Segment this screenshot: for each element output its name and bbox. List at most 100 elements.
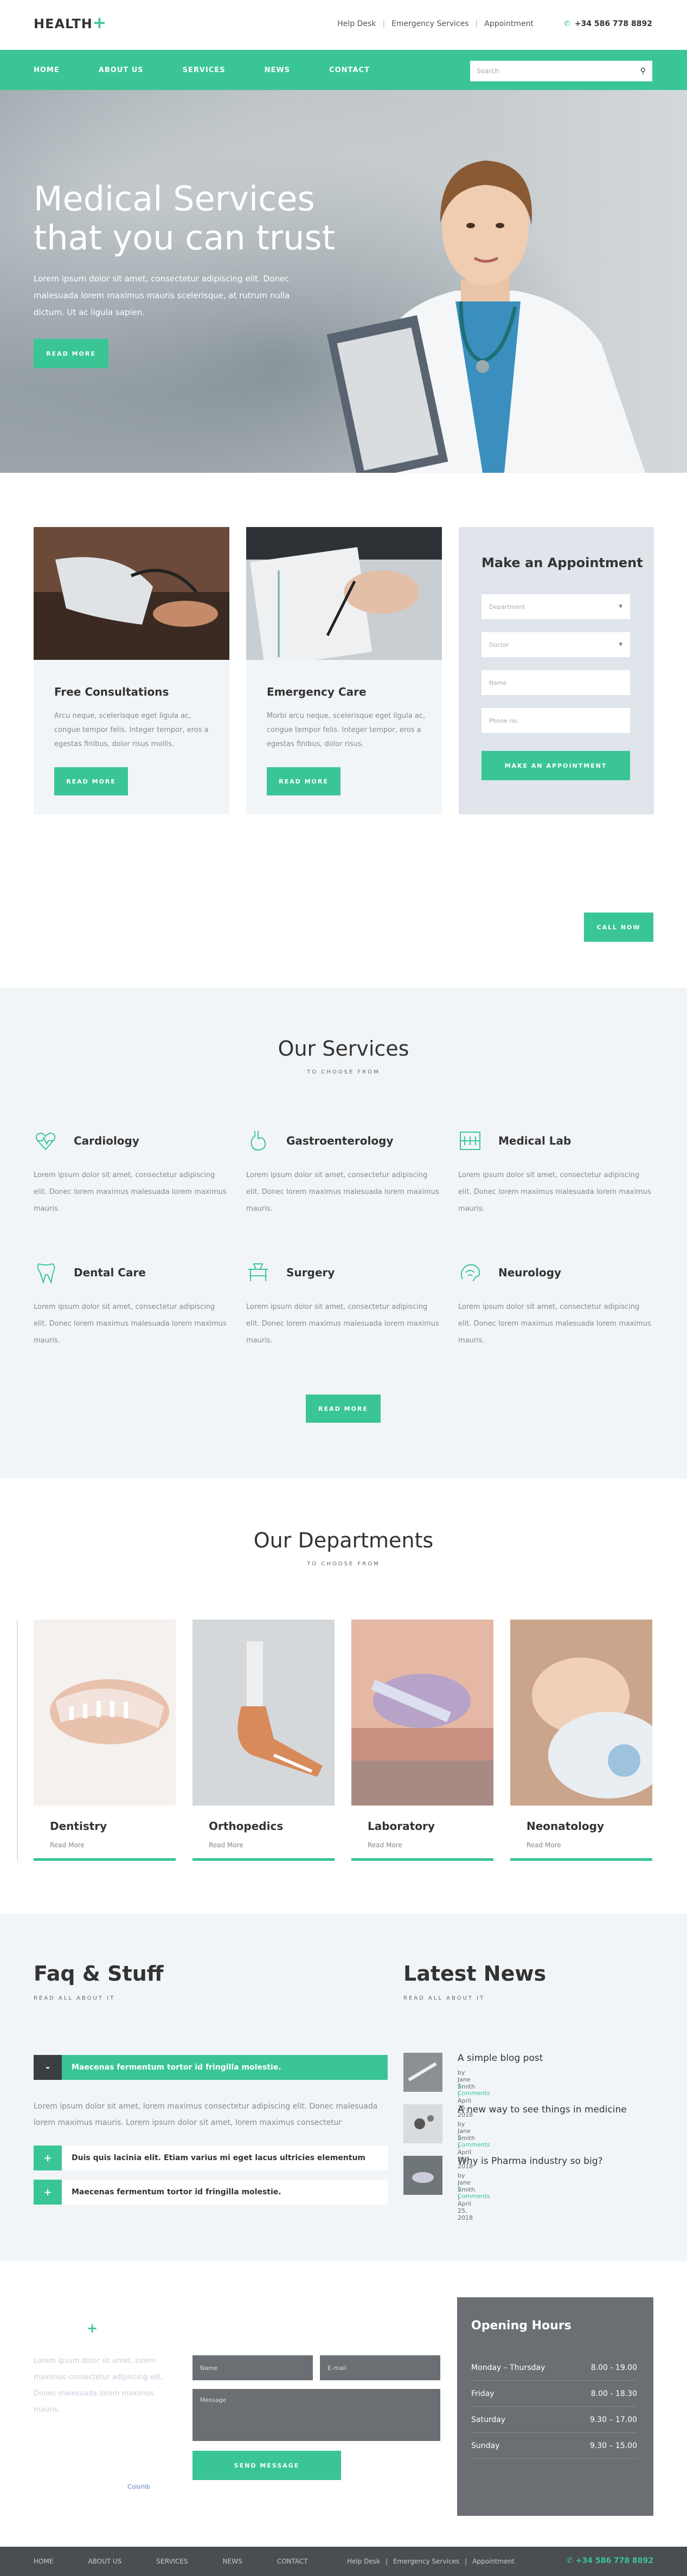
department-image xyxy=(510,1620,652,1806)
call-now-button[interactable]: CALL NOW xyxy=(584,913,653,942)
card-title: Emergency Care xyxy=(267,685,367,698)
footer: HOME ABOUT US SERVICES NEWS CONTACT Help… xyxy=(0,2547,687,2576)
service-text: Lorem ipsum dolor sit amet, consectetur … xyxy=(458,1171,651,1213)
hours-time: 8.00 - 18.30 xyxy=(590,2389,637,2398)
service-name: Surgery xyxy=(286,1266,335,1279)
department-read-more-link[interactable]: Read More xyxy=(527,1841,561,1849)
service-name: Gastroenterology xyxy=(286,1134,394,1147)
department-neonatology[interactable]: Neonatology Read More xyxy=(510,1620,652,1861)
news-thumbnail xyxy=(403,2053,442,2092)
footer-phone[interactable]: ✆ +34 586 778 8892 xyxy=(567,2556,653,2565)
message-placeholder: Message xyxy=(200,2397,227,2404)
news-headline[interactable]: A simple blog post xyxy=(458,2053,543,2064)
doctor-value: Doctor xyxy=(489,641,509,648)
department-select[interactable]: Department ▼ xyxy=(481,594,630,619)
news-comments-link[interactable]: 2 Comments xyxy=(458,2186,490,2200)
hours-day: Friday xyxy=(471,2389,495,2398)
card-text: Morbi arcu neque, scelerisque eget ligul… xyxy=(267,712,426,748)
card-free-consultations: Free Consultations Arcu neque, scelerisq… xyxy=(34,527,229,814)
appointment-form: Make an Appointment Department ▼ Doctor ▼ … xyxy=(459,527,654,814)
footer-emergency-link[interactable]: Emergency Services xyxy=(393,2558,459,2565)
service-name: Medical Lab xyxy=(498,1134,572,1147)
nav-home[interactable]: HOME xyxy=(34,66,60,74)
contact-section: + Lorem ipsum dolor sit amet, lorem maxi… xyxy=(0,2261,687,2547)
hours-row: Sunday 9.30 – 15.00 xyxy=(471,2433,637,2459)
department-read-more-link[interactable]: Read More xyxy=(209,1841,243,1849)
faq-item[interactable]: + Duis quis lacinia elit. Etiam varius mi… xyxy=(34,2145,388,2170)
department-read-more-link[interactable]: Read More xyxy=(368,1841,402,1849)
service-text: Lorem ipsum dolor sit amet, consectetur … xyxy=(458,1303,651,1345)
footer-appointment-link[interactable]: Appointment xyxy=(472,2558,515,2565)
faq-item-open[interactable]: - Maecenas fermentum tortor id fringilla … xyxy=(34,2055,388,2080)
hours-row: Monday – Thursday 8.00 - 19.00 xyxy=(471,2355,637,2381)
news-comments-link[interactable]: 2 Comments xyxy=(458,2134,490,2148)
card-read-more-button[interactable]: READ MORE xyxy=(54,767,128,795)
department-name: Orthopedics xyxy=(209,1820,284,1833)
nav-contact[interactable]: CONTACT xyxy=(329,66,370,74)
emergency-services-link[interactable]: Emergency Services xyxy=(391,20,468,28)
nav-news[interactable]: NEWS xyxy=(265,66,290,74)
send-message-button[interactable]: SEND MESSAGE xyxy=(192,2451,341,2480)
faq-question: Maecenas fermentum tortor id fringilla m… xyxy=(72,2063,281,2072)
search-input[interactable]: Search ⚲ xyxy=(470,61,652,81)
logo-text: HEALTH xyxy=(34,16,93,31)
department-orthopedics[interactable]: Orthopedics Read More xyxy=(192,1620,335,1861)
hero-read-more-button[interactable]: READ MORE xyxy=(34,339,108,368)
department-name: Laboratory xyxy=(368,1820,435,1833)
contact-email-field[interactable]: E-mail xyxy=(320,2355,440,2380)
carousel-edge xyxy=(15,1620,18,1861)
hero-text: Lorem ipsum dolor sit amet, consectetur … xyxy=(34,274,290,317)
opening-hours: Opening Hours Monday – Thursday 8.00 - 19… xyxy=(457,2297,653,2516)
doctor-select[interactable]: Doctor ▼ xyxy=(481,632,630,657)
top-bar: HEALTH+ Help Desk | Emergency Services |… xyxy=(0,0,687,50)
name-placeholder: Name xyxy=(489,679,507,686)
service-text: Lorem ipsum dolor sit amet, consectetur … xyxy=(246,1303,439,1345)
plus-icon: + xyxy=(34,2145,62,2170)
faq-item[interactable]: + Maecenas fermentum tortor id fringilla … xyxy=(34,2180,388,2205)
contact-name-field[interactable]: Name xyxy=(192,2355,313,2380)
service-name: Neurology xyxy=(498,1266,562,1279)
name-field[interactable]: Name xyxy=(481,670,630,695)
news-headline[interactable]: Why is Pharma industry so big? xyxy=(458,2156,603,2167)
separator: | xyxy=(386,2558,388,2565)
news-headline[interactable]: A new way to see things in medicine xyxy=(458,2104,627,2115)
footer-nav-about-us[interactable]: ABOUT US xyxy=(88,2558,121,2565)
separator: | xyxy=(382,20,386,28)
logo[interactable]: HEALTH+ xyxy=(34,15,107,32)
services-read-more-button[interactable]: READ MORE xyxy=(306,1395,381,1423)
department-dentistry[interactable]: Dentistry Read More xyxy=(34,1620,176,1861)
search-icon[interactable]: ⚲ xyxy=(640,67,646,75)
plus-icon: + xyxy=(34,2180,62,2205)
footer-phone-number: +34 586 778 8892 xyxy=(575,2556,653,2565)
hours-day: Sunday xyxy=(471,2441,500,2450)
appointment-link[interactable]: Appointment xyxy=(484,20,534,28)
phone-icon: ✆ xyxy=(567,2556,576,2565)
card-read-more-button[interactable]: READ MORE xyxy=(267,767,341,795)
service-name: Cardiology xyxy=(74,1134,139,1147)
header-phone-number: +34 586 778 8892 xyxy=(574,20,652,28)
contact-message-field[interactable]: Message xyxy=(192,2389,440,2441)
footer-nav-contact[interactable]: CONTACT xyxy=(277,2558,308,2565)
department-laboratory[interactable]: Laboratory Read More xyxy=(351,1620,493,1861)
news-comments-link[interactable]: 2 Comments xyxy=(458,2083,490,2097)
hours-row: Saturday 9.30 – 17.00 xyxy=(471,2407,637,2433)
footer-nav-services[interactable]: SERVICES xyxy=(156,2558,188,2565)
nav-about-us[interactable]: ABOUT US xyxy=(99,66,144,74)
help-desk-link[interactable]: Help Desk xyxy=(337,20,376,28)
news-thumbnail xyxy=(403,2156,442,2195)
faq-question: Duis quis lacinia elit. Etiam varius mi … xyxy=(72,2154,366,2162)
plus-icon: + xyxy=(87,2321,98,2336)
operating-table-icon xyxy=(248,1263,268,1281)
news-title: Latest News xyxy=(403,1962,547,1986)
header-phone[interactable]: ✆ +34 586 778 8892 xyxy=(564,20,652,28)
phone-field[interactable]: Phone no. xyxy=(481,708,630,733)
hours-day: Saturday xyxy=(471,2415,506,2424)
make-appointment-button[interactable]: MAKE AN APPOINTMENT xyxy=(481,751,630,780)
footer-nav-home[interactable]: HOME xyxy=(34,2558,53,2565)
footer-nav-news[interactable]: NEWS xyxy=(223,2558,242,2565)
credit-link[interactable]: Colorlib xyxy=(127,2483,150,2490)
service-name: Dental Care xyxy=(74,1266,146,1279)
department-read-more-link[interactable]: Read More xyxy=(50,1841,85,1849)
footer-help-desk-link[interactable]: Help Desk xyxy=(347,2558,380,2565)
nav-services[interactable]: SERVICES xyxy=(183,66,226,74)
